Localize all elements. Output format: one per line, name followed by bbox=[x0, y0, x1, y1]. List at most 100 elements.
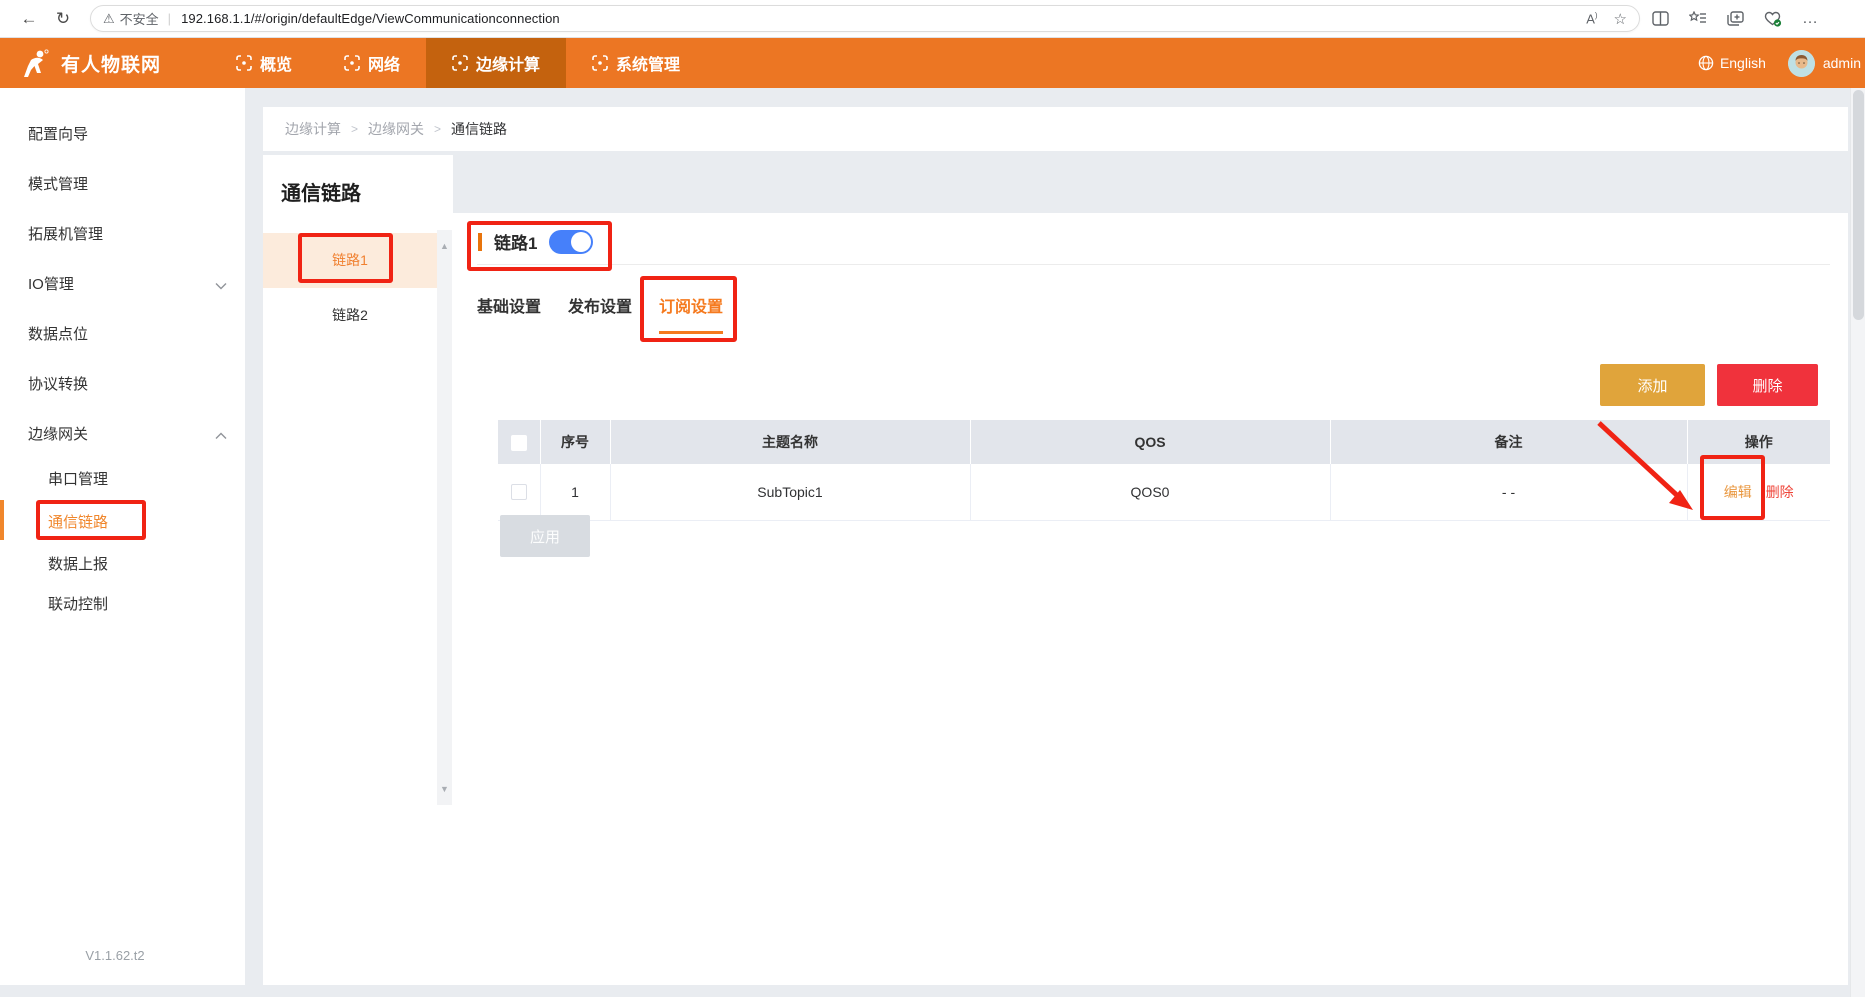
sidebar-item-expansion-management[interactable]: 拓展机管理 bbox=[0, 222, 245, 244]
subscribe-topic-table: 序号 主题名称 QOS 备注 操作 1 SubTopic1 QOS0 - - 编… bbox=[498, 420, 1830, 521]
divider bbox=[477, 264, 1830, 265]
breadcrumb-separator: > bbox=[351, 122, 358, 136]
link-name: 链路1 bbox=[494, 229, 537, 254]
brand-logo: 有人物联网 bbox=[0, 48, 210, 78]
scan-frame-icon bbox=[452, 55, 468, 71]
table-row: 1 SubTopic1 QOS0 - - 编辑 删除 bbox=[498, 464, 1830, 520]
nav-label: 系统管理 bbox=[616, 51, 680, 75]
nav-tab-overview[interactable]: 概览 bbox=[210, 38, 318, 88]
scan-frame-icon bbox=[344, 55, 360, 71]
cell-qos: QOS0 bbox=[970, 464, 1330, 520]
user-menu[interactable]: admin bbox=[1788, 50, 1861, 77]
app-header: 有人物联网 概览 网络 边缘计算 系统管理 English admin bbox=[0, 38, 1865, 88]
browser-essentials-icon[interactable] bbox=[1764, 11, 1782, 27]
sidebar-item-label: 串口管理 bbox=[48, 468, 108, 489]
delete-link[interactable]: 删除 bbox=[1766, 484, 1794, 500]
scroll-down-icon[interactable]: ▼ bbox=[437, 781, 452, 797]
user-name: admin bbox=[1823, 55, 1861, 71]
nav-tab-system-management[interactable]: 系统管理 bbox=[566, 38, 706, 88]
toggle-knob bbox=[571, 232, 591, 252]
link-list-item-2[interactable]: 链路2 bbox=[263, 288, 437, 343]
scrollbar-thumb[interactable] bbox=[1853, 90, 1864, 320]
column-header-qos: QOS bbox=[970, 420, 1330, 464]
user-avatar bbox=[1788, 50, 1815, 77]
sidebar-item-label: 模式管理 bbox=[28, 173, 88, 194]
cell-remark: - - bbox=[1330, 464, 1687, 520]
edit-link[interactable]: 编辑 bbox=[1724, 484, 1752, 500]
nav-label: 概览 bbox=[260, 51, 292, 75]
favorites-bar-icon[interactable] bbox=[1689, 11, 1707, 26]
address-bar[interactable]: ⚠ 不安全 | 192.168.1.1/#/origin/defaultEdge… bbox=[90, 5, 1640, 32]
not-secure-warning-icon: ⚠ bbox=[103, 11, 115, 27]
sidebar: 配置向导 模式管理 拓展机管理 IO管理 数据点位 协议转换 边缘网关 串口管理… bbox=[0, 88, 245, 985]
link-list-item-1[interactable]: 链路1 bbox=[263, 233, 437, 288]
sidebar-item-linkage-control[interactable]: 联动控制 bbox=[0, 592, 245, 614]
sidebar-item-serial-management[interactable]: 串口管理 bbox=[0, 467, 245, 489]
refresh-icon[interactable]: ↻ bbox=[46, 9, 80, 29]
sidebar-item-label: 数据上报 bbox=[48, 553, 108, 574]
cell-index: 1 bbox=[540, 464, 610, 520]
sidebar-item-communication-link[interactable]: 通信链路 bbox=[0, 510, 245, 532]
column-header-action: 操作 bbox=[1687, 420, 1830, 464]
nav-tab-edge-computing[interactable]: 边缘计算 bbox=[426, 38, 566, 88]
usr-person-logo-icon bbox=[22, 48, 52, 78]
globe-icon bbox=[1698, 55, 1714, 71]
tab-publish-settings[interactable]: 发布设置 bbox=[568, 293, 632, 334]
breadcrumb-separator: > bbox=[434, 122, 441, 136]
settings-more-icon[interactable]: … bbox=[1802, 10, 1819, 28]
firmware-version: V1.1.62.t2 bbox=[0, 948, 230, 963]
split-screen-icon[interactable] bbox=[1652, 11, 1669, 26]
row-checkbox[interactable] bbox=[511, 484, 527, 500]
sidebar-item-mode-management[interactable]: 模式管理 bbox=[0, 172, 245, 194]
section-accent-bar bbox=[478, 233, 482, 251]
chevron-down-icon bbox=[215, 277, 227, 294]
breadcrumb-edge-computing[interactable]: 边缘计算 bbox=[285, 119, 341, 139]
favorite-star-icon[interactable]: ☆ bbox=[1614, 10, 1627, 28]
divider: | bbox=[168, 11, 171, 26]
back-icon[interactable]: ← bbox=[12, 9, 46, 29]
table-header-row: 序号 主题名称 QOS 备注 操作 bbox=[498, 420, 1830, 464]
sidebar-item-label: 联动控制 bbox=[48, 593, 108, 614]
sidebar-item-label: 数据点位 bbox=[28, 323, 88, 344]
nav-label: 边缘计算 bbox=[476, 51, 540, 75]
collections-icon[interactable] bbox=[1727, 11, 1744, 26]
column-header-index: 序号 bbox=[540, 420, 610, 464]
scan-frame-icon bbox=[236, 55, 252, 71]
nav-tab-network[interactable]: 网络 bbox=[318, 38, 426, 88]
sidebar-item-edge-gateway[interactable]: 边缘网关 bbox=[0, 422, 245, 444]
url-text[interactable]: 192.168.1.1/#/origin/defaultEdge/ViewCom… bbox=[181, 11, 560, 26]
brand-title: 有人物联网 bbox=[61, 50, 161, 77]
apply-button[interactable]: 应用 bbox=[500, 515, 590, 557]
sidebar-item-label: 边缘网关 bbox=[28, 423, 88, 444]
breadcrumb: 边缘计算 > 边缘网关 > 通信链路 bbox=[263, 107, 1848, 151]
chevron-up-icon bbox=[215, 427, 227, 444]
select-all-checkbox[interactable] bbox=[511, 435, 527, 451]
page-scrollbar[interactable] bbox=[1850, 88, 1865, 997]
add-button[interactable]: 添加 bbox=[1600, 364, 1705, 406]
language-switcher[interactable]: English bbox=[1698, 55, 1766, 71]
sidebar-item-io-management[interactable]: IO管理 bbox=[0, 272, 245, 294]
sidebar-item-data-report[interactable]: 数据上报 bbox=[0, 552, 245, 574]
column-header-topic: 主题名称 bbox=[610, 420, 970, 464]
tab-subscribe-settings[interactable]: 订阅设置 bbox=[659, 293, 723, 334]
security-label[interactable]: 不安全 bbox=[120, 9, 159, 28]
link-enable-toggle[interactable] bbox=[549, 230, 593, 254]
tab-basic-settings[interactable]: 基础设置 bbox=[477, 293, 541, 334]
read-aloud-icon[interactable]: A) bbox=[1586, 11, 1597, 26]
sidebar-item-label: 拓展机管理 bbox=[28, 223, 103, 244]
page-title: 通信链路 bbox=[263, 155, 453, 206]
sidebar-item-label: 配置向导 bbox=[28, 123, 88, 144]
sidebar-item-protocol-conversion[interactable]: 协议转换 bbox=[0, 372, 245, 394]
sidebar-item-config-wizard[interactable]: 配置向导 bbox=[0, 122, 245, 144]
scroll-up-icon[interactable]: ▲ bbox=[437, 238, 452, 254]
content-area: 边缘计算 > 边缘网关 > 通信链路 通信链路 链路1 链路2 ▲ ▼ 链路1 … bbox=[245, 88, 1850, 997]
list-scrollbar[interactable]: ▲ ▼ bbox=[437, 230, 452, 805]
breadcrumb-current: 通信链路 bbox=[451, 119, 507, 139]
column-header-remark: 备注 bbox=[1330, 420, 1687, 464]
sidebar-item-data-points[interactable]: 数据点位 bbox=[0, 322, 245, 344]
sidebar-item-label: 协议转换 bbox=[28, 373, 88, 394]
nav-label: 网络 bbox=[368, 51, 400, 75]
breadcrumb-edge-gateway[interactable]: 边缘网关 bbox=[368, 119, 424, 139]
delete-button[interactable]: 删除 bbox=[1717, 364, 1818, 406]
link-list-panel: 通信链路 链路1 链路2 ▲ ▼ bbox=[263, 155, 453, 985]
